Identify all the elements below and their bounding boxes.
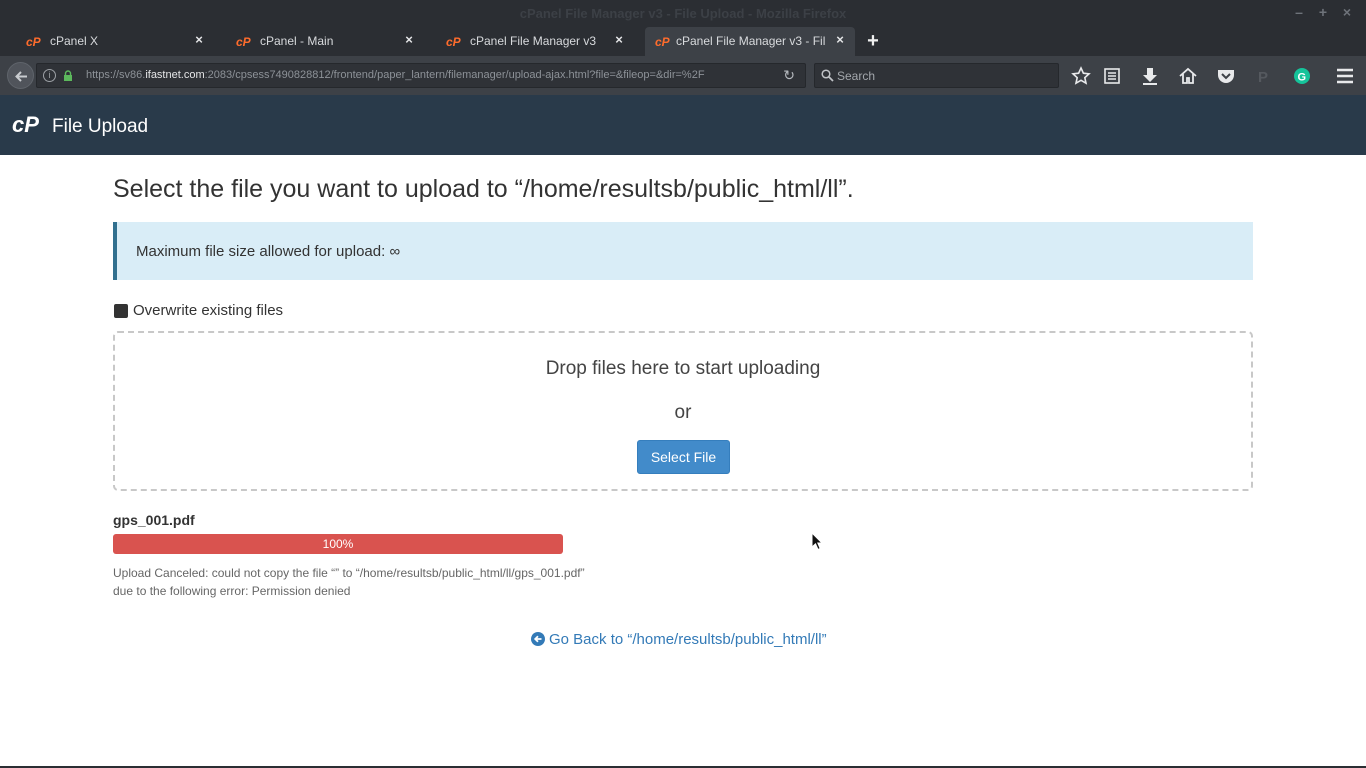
- upload-progress-fill: 100%: [113, 534, 563, 554]
- upload-error-message: Upload Canceled: could not copy the file…: [113, 564, 633, 600]
- svg-text:cP: cP: [446, 35, 462, 48]
- drop-zone-text: Drop files here to start uploading: [545, 358, 821, 379]
- svg-text:cP: cP: [236, 35, 252, 48]
- maximize-icon[interactable]: +: [1315, 4, 1331, 20]
- bookmark-star-icon[interactable]: [1070, 65, 1092, 87]
- upload-progress-bar: 100%: [113, 534, 563, 554]
- mouse-cursor-icon: [811, 532, 823, 551]
- window-titlebar: cPanel File Manager v3 - File Upload - M…: [0, 0, 1366, 27]
- tab-label: cPanel X: [50, 34, 99, 48]
- upload-filename: gps_001.pdf: [113, 512, 195, 528]
- overwrite-checkbox[interactable]: [114, 304, 128, 318]
- search-input[interactable]: [837, 68, 1047, 84]
- navigation-toolbar: i https://sv86.ifastnet.com:2083/cpsess7…: [0, 56, 1366, 95]
- cpanel-logo-icon[interactable]: cP: [12, 113, 44, 135]
- svg-text:cP: cP: [12, 113, 39, 135]
- page-title: File Upload: [52, 116, 149, 137]
- close-tab-icon[interactable]: ×: [612, 33, 626, 47]
- close-tab-icon[interactable]: ×: [192, 33, 206, 47]
- tab-strip: cP cPanel X × cP cPanel - Main × cP cPan…: [0, 27, 1366, 56]
- close-tab-icon[interactable]: ×: [833, 33, 847, 47]
- cpanel-favicon-icon: cP: [655, 35, 671, 48]
- tab-label: cPanel File Manager v3: [470, 34, 597, 48]
- max-size-text: Maximum file size allowed for upload: ∞: [136, 243, 401, 260]
- pocket-icon[interactable]: [1215, 65, 1237, 87]
- tab-label: cPanel - Main: [260, 34, 334, 48]
- arrow-circle-left-icon: [531, 632, 545, 646]
- new-tab-button[interactable]: +: [862, 30, 884, 52]
- window-title: cPanel File Manager v3 - File Upload - M…: [519, 6, 847, 21]
- hamburger-menu-icon[interactable]: [1334, 65, 1356, 87]
- home-icon[interactable]: [1177, 65, 1199, 87]
- search-icon: [821, 69, 834, 82]
- cpanel-header: cP File Upload: [0, 95, 1366, 155]
- info-icon[interactable]: i: [43, 69, 56, 82]
- tab-file-upload-active[interactable]: cP cPanel File Manager v3 - Fil... ×: [645, 27, 855, 56]
- minimize-icon[interactable]: –: [1291, 4, 1307, 20]
- upload-error-line: Upload Canceled: could not copy the file…: [113, 566, 585, 580]
- tab-cpanel-x[interactable]: cP cPanel X ×: [4, 27, 214, 56]
- close-window-icon[interactable]: ×: [1339, 4, 1355, 20]
- cpanel-favicon-icon: cP: [446, 35, 462, 48]
- url-text: https://sv86.ifastnet.com:2083/cpsess749…: [86, 69, 705, 81]
- tab-label: cPanel File Manager v3 - Fil...: [676, 34, 826, 48]
- cpanel-favicon-icon: cP: [236, 35, 252, 48]
- upload-error-line: due to the following error: Permission d…: [113, 584, 351, 598]
- tab-file-manager[interactable]: cP cPanel File Manager v3 ×: [424, 27, 634, 56]
- reading-list-icon[interactable]: [1101, 65, 1123, 87]
- select-file-button[interactable]: Select File: [637, 440, 730, 474]
- search-bar[interactable]: [814, 63, 1059, 88]
- extension-p-icon[interactable]: P: [1253, 65, 1275, 87]
- go-back-label: Go Back to “/home/resultsb/public_html/l…: [549, 631, 827, 648]
- svg-text:P: P: [1258, 69, 1268, 86]
- go-back-link[interactable]: Go Back to “/home/resultsb/public_html/l…: [531, 631, 827, 648]
- file-drop-zone[interactable]: Drop files here to start uploading or Se…: [113, 331, 1253, 491]
- reload-icon[interactable]: ↻: [783, 67, 795, 84]
- close-tab-icon[interactable]: ×: [402, 33, 416, 47]
- svg-text:G: G: [1298, 72, 1307, 84]
- max-size-alert: Maximum file size allowed for upload: ∞: [113, 222, 1253, 280]
- lock-icon[interactable]: [63, 70, 73, 81]
- back-button[interactable]: [7, 62, 34, 89]
- download-icon[interactable]: [1139, 65, 1161, 87]
- upload-heading: Select the file you want to upload to “/…: [113, 175, 854, 203]
- svg-text:cP: cP: [655, 35, 671, 48]
- drop-zone-or: or: [674, 402, 692, 423]
- back-arrow-icon: [15, 71, 27, 82]
- grammarly-icon[interactable]: G: [1291, 65, 1313, 87]
- overwrite-label[interactable]: Overwrite existing files: [133, 302, 283, 319]
- cpanel-favicon-icon: cP: [26, 35, 42, 48]
- svg-text:cP: cP: [26, 35, 42, 48]
- tab-cpanel-main[interactable]: cP cPanel - Main ×: [214, 27, 424, 56]
- address-bar[interactable]: i https://sv86.ifastnet.com:2083/cpsess7…: [36, 63, 806, 88]
